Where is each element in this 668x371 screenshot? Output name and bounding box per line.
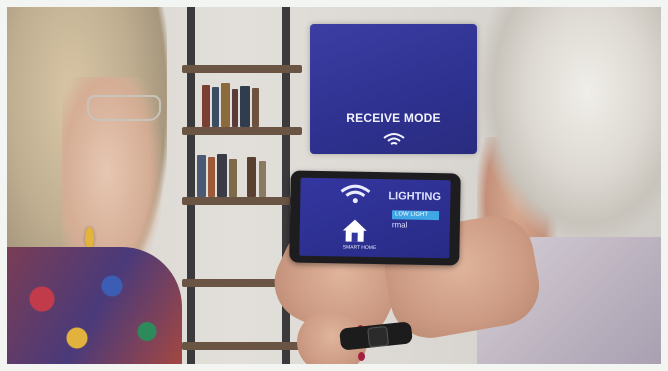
book xyxy=(221,83,230,127)
book xyxy=(212,87,219,127)
home-icon xyxy=(342,219,367,242)
shelf-post-left xyxy=(187,7,195,364)
tablet-screen: SMART HOME LIGHTING LOW LIGHT rmal xyxy=(299,177,451,259)
book xyxy=(240,86,250,127)
book xyxy=(197,155,206,197)
photo: RECEIVE MODE SMART HOME LIGHTING LOW LIG… xyxy=(7,7,661,364)
book xyxy=(208,157,215,197)
shelf-board xyxy=(182,197,302,205)
colorful-scarf xyxy=(7,247,182,364)
lighting-title: LIGHTING xyxy=(388,190,442,204)
man-head xyxy=(477,7,661,247)
tv-mode-label: RECEIVE MODE xyxy=(346,111,441,125)
shelf-board xyxy=(182,342,302,350)
earring xyxy=(85,227,94,249)
tablet: SMART HOME LIGHTING LOW LIGHT rmal xyxy=(289,170,461,266)
wifi-icon xyxy=(340,184,371,204)
book xyxy=(232,89,238,127)
book xyxy=(229,159,237,197)
smart-home-label: SMART HOME xyxy=(342,244,377,252)
normal-option: rmal xyxy=(391,220,408,230)
shelf-board xyxy=(182,127,302,135)
book xyxy=(217,154,227,197)
shelf-board xyxy=(182,65,302,73)
glasses xyxy=(87,95,161,121)
watch-face xyxy=(367,325,390,348)
book xyxy=(259,161,266,197)
book xyxy=(202,85,210,127)
wifi-icon xyxy=(382,133,405,145)
wall-tv: RECEIVE MODE xyxy=(310,24,477,154)
nail xyxy=(358,352,365,361)
low-light-option: LOW LIGHT xyxy=(391,210,440,221)
book xyxy=(252,88,259,127)
book xyxy=(247,157,256,197)
